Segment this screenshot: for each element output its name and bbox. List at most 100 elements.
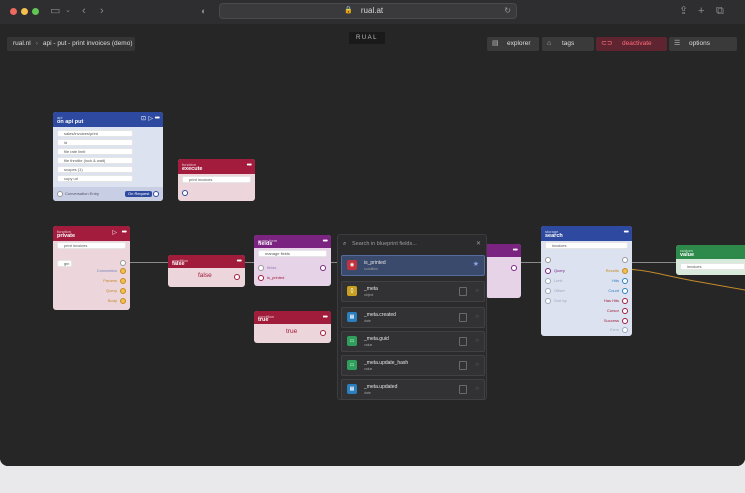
chevron-down-icon[interactable]: ⌄ bbox=[65, 4, 71, 18]
query-output-port[interactable] bbox=[320, 265, 326, 271]
deactivate-button[interactable]: ⊂⊃ deactivate bbox=[596, 37, 667, 51]
close-icon[interactable]: ✕ bbox=[476, 239, 481, 249]
privacy-shield-icon[interactable]: ◐ bbox=[201, 4, 206, 18]
select-icon[interactable]: ○ bbox=[475, 337, 479, 346]
params-port[interactable] bbox=[120, 278, 126, 284]
breadcrumb-root[interactable]: rual.nl bbox=[13, 40, 31, 47]
api-id-field[interactable]: id bbox=[57, 139, 133, 146]
play-icon[interactable]: ▷ bbox=[148, 115, 153, 122]
custom-value-node[interactable]: custom value invoices bbox=[676, 245, 745, 275]
output-port[interactable] bbox=[622, 257, 628, 263]
query-output-port[interactable] bbox=[511, 265, 517, 271]
tab-overview-icon[interactable]: ⧉ bbox=[716, 4, 724, 18]
breadcrumb-page[interactable]: api - put - print invoices (demo) bbox=[43, 40, 133, 47]
options-button[interactable]: ☰ options bbox=[669, 37, 737, 51]
more-icon[interactable]: ••• bbox=[237, 258, 242, 265]
offset-input-port[interactable] bbox=[545, 288, 551, 294]
new-tab-icon[interactable]: + bbox=[698, 4, 704, 18]
error-port[interactable] bbox=[622, 327, 628, 333]
query-fields-node[interactable]: query form fields ••• manage fields fiel… bbox=[254, 235, 331, 286]
back-arrow-icon[interactable]: ‹ bbox=[82, 4, 86, 18]
has-hits-port[interactable] bbox=[622, 298, 628, 304]
limit-input-port[interactable] bbox=[545, 278, 551, 284]
more-icon[interactable]: ••• bbox=[624, 229, 629, 236]
select-icon[interactable]: ○ bbox=[475, 313, 479, 322]
select-icon[interactable]: ○ bbox=[475, 361, 479, 370]
reload-icon[interactable]: ↻ bbox=[504, 4, 511, 18]
copy-icon[interactable] bbox=[459, 385, 467, 394]
execute-input-port[interactable] bbox=[182, 190, 188, 196]
body-port[interactable] bbox=[120, 298, 126, 304]
rate-limit-field[interactable]: file rate limit bbox=[57, 148, 133, 155]
field-search-input[interactable]: ⌕ Search in blueprint fields... ✕ bbox=[342, 239, 484, 249]
more-icon[interactable]: ••• bbox=[323, 238, 328, 245]
storage-search-node[interactable]: storage search ••• invoices Query Limit … bbox=[541, 226, 632, 336]
more-icon[interactable]: ••• bbox=[513, 247, 518, 254]
success-port[interactable] bbox=[622, 318, 628, 324]
explorer-button[interactable]: ▤ explorer bbox=[487, 37, 539, 51]
query-input-port[interactable] bbox=[545, 268, 551, 274]
input-port[interactable] bbox=[545, 257, 551, 263]
tags-button[interactable]: ⌂ tags bbox=[542, 37, 594, 51]
field-list-item[interactable]: {} _meta object ○ bbox=[341, 281, 485, 302]
field-list-item[interactable]: ▦ _meta.updated date ○ bbox=[341, 379, 485, 400]
minimize-window-button[interactable] bbox=[21, 8, 28, 15]
copy-icon[interactable] bbox=[459, 287, 467, 296]
connection-port[interactable] bbox=[120, 268, 126, 274]
more-icon[interactable]: ••• bbox=[122, 229, 127, 236]
field-list-item[interactable]: ▦ _meta.created date ○ bbox=[341, 307, 485, 328]
scopes-field[interactable]: scopes (1) bbox=[57, 166, 133, 173]
api-node[interactable]: api on api put ⊡ ▷ ••• sales/invoices/pr… bbox=[53, 112, 163, 201]
value-field[interactable]: invoices bbox=[680, 263, 745, 270]
sidebar-toggle-icon[interactable]: ▭ bbox=[50, 4, 60, 18]
condition-false-node[interactable]: condition false ••• false bbox=[168, 255, 245, 287]
manage-fields-field[interactable]: manage fields bbox=[258, 250, 327, 257]
conversation-port[interactable] bbox=[57, 191, 63, 197]
copy-icon[interactable] bbox=[459, 361, 467, 370]
output-port[interactable] bbox=[120, 260, 126, 266]
select-icon[interactable]: ○ bbox=[475, 385, 479, 394]
field-list-item[interactable]: ◉ is_printed condition ★ bbox=[341, 255, 485, 276]
copy-url-field[interactable]: copy url bbox=[57, 175, 133, 182]
on-request-port[interactable] bbox=[153, 191, 159, 197]
copy-icon[interactable] bbox=[459, 313, 467, 322]
is-printed-port[interactable] bbox=[258, 275, 264, 281]
more-icon[interactable]: ••• bbox=[247, 162, 252, 169]
results-port[interactable] bbox=[622, 268, 628, 274]
condition-output-port[interactable] bbox=[234, 274, 240, 280]
field-type: object bbox=[364, 293, 374, 297]
fields-port[interactable] bbox=[258, 265, 264, 271]
address-bar[interactable]: 🔒 rual.at ↻ bbox=[219, 3, 517, 19]
cursor-port[interactable] bbox=[622, 308, 628, 314]
hidden-query-node[interactable]: ••• bbox=[486, 244, 521, 298]
private-function-node[interactable]: function private ▷ ••• print invoices gi… bbox=[53, 226, 130, 310]
storage-field[interactable]: invoices bbox=[545, 242, 628, 249]
close-window-button[interactable] bbox=[10, 8, 17, 15]
api-path-field[interactable]: sales/invoices/print bbox=[57, 130, 133, 137]
copy-icon[interactable] bbox=[459, 337, 467, 346]
field-list-item[interactable]: ▭ _meta.update_hash value ○ bbox=[341, 355, 485, 376]
condition-output-port[interactable] bbox=[320, 330, 326, 336]
select-icon[interactable]: ○ bbox=[475, 287, 479, 296]
favorite-star-icon[interactable]: ★ bbox=[473, 260, 479, 268]
sort-by-input-port[interactable] bbox=[545, 298, 551, 304]
blueprint-field-picker[interactable]: ⌕ Search in blueprint fields... ✕ ◉ is_pr… bbox=[337, 234, 487, 400]
forward-arrow-icon[interactable]: › bbox=[100, 4, 104, 18]
maximize-window-button[interactable] bbox=[32, 8, 39, 15]
count-port[interactable] bbox=[622, 288, 628, 294]
query-port[interactable] bbox=[120, 288, 126, 294]
share-icon[interactable]: ⇪ bbox=[679, 4, 688, 18]
execute-function-node[interactable]: function execute ••• print invoices bbox=[178, 159, 255, 201]
field-list-item[interactable]: ▭ _meta.guid value ○ bbox=[341, 331, 485, 352]
condition-value: true bbox=[286, 328, 298, 335]
play-icon[interactable]: ▷ bbox=[112, 229, 117, 236]
function-field[interactable]: print invoices bbox=[182, 176, 251, 183]
lock-icon[interactable]: ⊡ bbox=[141, 115, 146, 122]
gin-input-field[interactable]: gin bbox=[57, 260, 72, 267]
function-field[interactable]: print invoices bbox=[57, 242, 126, 249]
condition-true-node[interactable]: condition true ••• true bbox=[254, 311, 331, 343]
more-icon[interactable]: ••• bbox=[323, 314, 328, 321]
more-icon[interactable]: ••• bbox=[155, 115, 160, 122]
throttle-field[interactable]: file throttle (lock & wait) bbox=[57, 157, 133, 164]
hits-port[interactable] bbox=[622, 278, 628, 284]
